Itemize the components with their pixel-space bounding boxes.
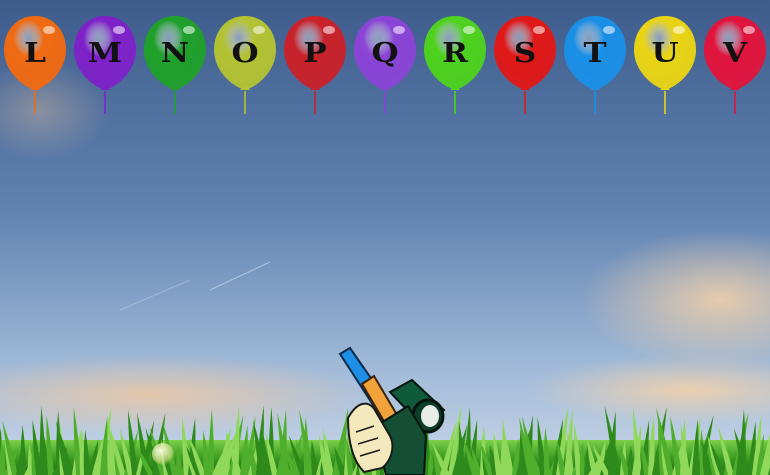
balloon-o[interactable]: O bbox=[213, 14, 277, 119]
balloon-letter: P bbox=[303, 38, 327, 69]
balloon-letter: M bbox=[87, 38, 123, 69]
balloon-letter: T bbox=[583, 38, 607, 69]
glowing-bubble bbox=[152, 443, 174, 465]
balloon-letter: S bbox=[513, 38, 537, 69]
balloon-t[interactable]: T bbox=[563, 14, 627, 119]
balloon-letter: R bbox=[442, 38, 468, 69]
balloon-n[interactable]: N bbox=[143, 14, 207, 119]
dart-gun-icon[interactable] bbox=[330, 340, 460, 475]
balloon-l[interactable]: L bbox=[3, 14, 67, 119]
balloon-letter: U bbox=[651, 38, 679, 69]
balloon-q[interactable]: Q bbox=[353, 14, 417, 119]
balloon-letter: N bbox=[160, 38, 190, 69]
balloon-r[interactable]: R bbox=[423, 14, 487, 119]
balloon-m[interactable]: M bbox=[73, 14, 137, 119]
balloon-letter: L bbox=[24, 38, 46, 69]
balloon-letter: O bbox=[231, 38, 259, 69]
balloon-s[interactable]: S bbox=[493, 14, 557, 119]
balloon-letter: V bbox=[722, 38, 748, 69]
balloon-v[interactable]: V bbox=[703, 14, 767, 119]
balloon-u[interactable]: U bbox=[633, 14, 697, 119]
balloon-letter: Q bbox=[371, 38, 399, 69]
balloon-p[interactable]: P bbox=[283, 14, 347, 119]
